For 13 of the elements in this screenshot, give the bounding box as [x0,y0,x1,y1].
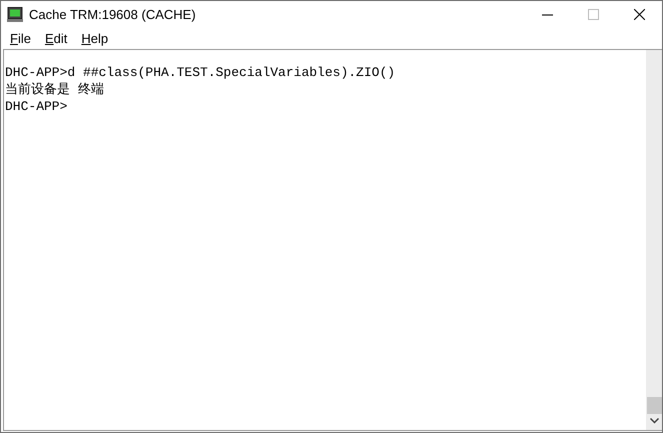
maximize-icon [588,8,598,20]
close-icon [634,8,644,20]
menu-item[interactable]: File [5,30,36,46]
terminal-line: 当前设备是 终端 [5,81,105,98]
menu-item[interactable]: Edit [40,30,72,46]
terminal-icon [7,6,23,22]
scroll-down-icon[interactable] [650,418,658,424]
terminal-line: DHC-APP>d ##class(PHA.TEST.SpecialVariables).ZIO() [5,64,396,81]
window-title: Cache TRM:19608 (CACHE) [29,6,197,22]
scrollbar-thumb[interactable] [646,397,662,414]
menu-item[interactable]: Help [76,30,114,46]
terminal-line: DHC-APP> [5,98,68,115]
vertical-scrollbar[interactable] [646,50,662,430]
